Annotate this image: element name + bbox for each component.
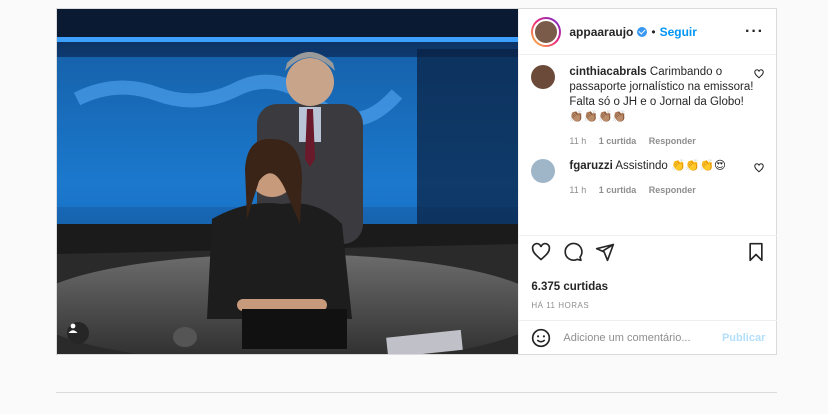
comment-text: Assistindo 👏👏👏😍 bbox=[615, 160, 726, 172]
commenter-avatar[interactable] bbox=[531, 65, 556, 89]
comment-time: 11 h bbox=[569, 185, 587, 195]
post-sidebar: appaaraujo • Seguir ··· cinthiacabrals C… bbox=[518, 9, 778, 354]
comment-likes[interactable]: 1 curtida bbox=[599, 185, 637, 195]
post-header: appaaraujo • Seguir ··· bbox=[519, 9, 776, 55]
separator: • bbox=[651, 24, 656, 39]
save-bookmark-icon[interactable] bbox=[747, 242, 765, 262]
commenter-avatar[interactable] bbox=[531, 159, 556, 183]
comments-list[interactable]: cinthiacabrals Carimbando o passaporte j… bbox=[519, 55, 776, 233]
like-count[interactable]: 6.375 curtidas bbox=[531, 281, 608, 293]
comment-icon[interactable] bbox=[563, 242, 584, 262]
reply-button[interactable]: Responder bbox=[649, 185, 696, 195]
emoji-icon[interactable] bbox=[531, 328, 551, 348]
comment-likes[interactable]: 1 curtida bbox=[599, 136, 637, 146]
publish-button[interactable]: Publicar bbox=[722, 332, 765, 344]
commenter-username[interactable]: cinthiacabrals bbox=[569, 66, 646, 78]
like-comment-heart-icon[interactable] bbox=[754, 69, 764, 79]
like-heart-icon[interactable] bbox=[531, 242, 551, 262]
more-options-icon[interactable]: ··· bbox=[745, 23, 764, 41]
comment-item: fgaruzzi Assistindo 👏👏👏😍 11 h 1 curtida … bbox=[531, 159, 764, 198]
post-actions-bar bbox=[519, 235, 778, 263]
comment-input[interactable]: Adicione um comentário... bbox=[563, 332, 690, 344]
author-username[interactable]: appaaraujo bbox=[569, 25, 633, 39]
reply-button[interactable]: Responder bbox=[649, 136, 696, 146]
tagged-people-button[interactable] bbox=[67, 322, 89, 344]
user-icon bbox=[68, 323, 78, 333]
news-studio-photo bbox=[57, 9, 519, 354]
post-photo[interactable] bbox=[57, 9, 519, 354]
divider bbox=[56, 392, 777, 393]
follow-button[interactable]: Seguir bbox=[660, 25, 697, 39]
instagram-post: appaaraujo • Seguir ··· cinthiacabrals C… bbox=[56, 8, 778, 355]
share-send-icon[interactable] bbox=[595, 242, 615, 262]
post-timestamp: HÁ 11 HORAS bbox=[531, 301, 590, 310]
verified-icon bbox=[637, 26, 648, 37]
author-avatar[interactable] bbox=[531, 16, 562, 47]
comment-time: 11 h bbox=[569, 136, 587, 146]
commenter-username[interactable]: fgaruzzi bbox=[569, 160, 612, 172]
like-comment-heart-icon[interactable] bbox=[754, 163, 764, 173]
comment-item: cinthiacabrals Carimbando o passaporte j… bbox=[531, 65, 764, 149]
add-comment-bar: Adicione um comentário... Publicar bbox=[519, 320, 778, 354]
